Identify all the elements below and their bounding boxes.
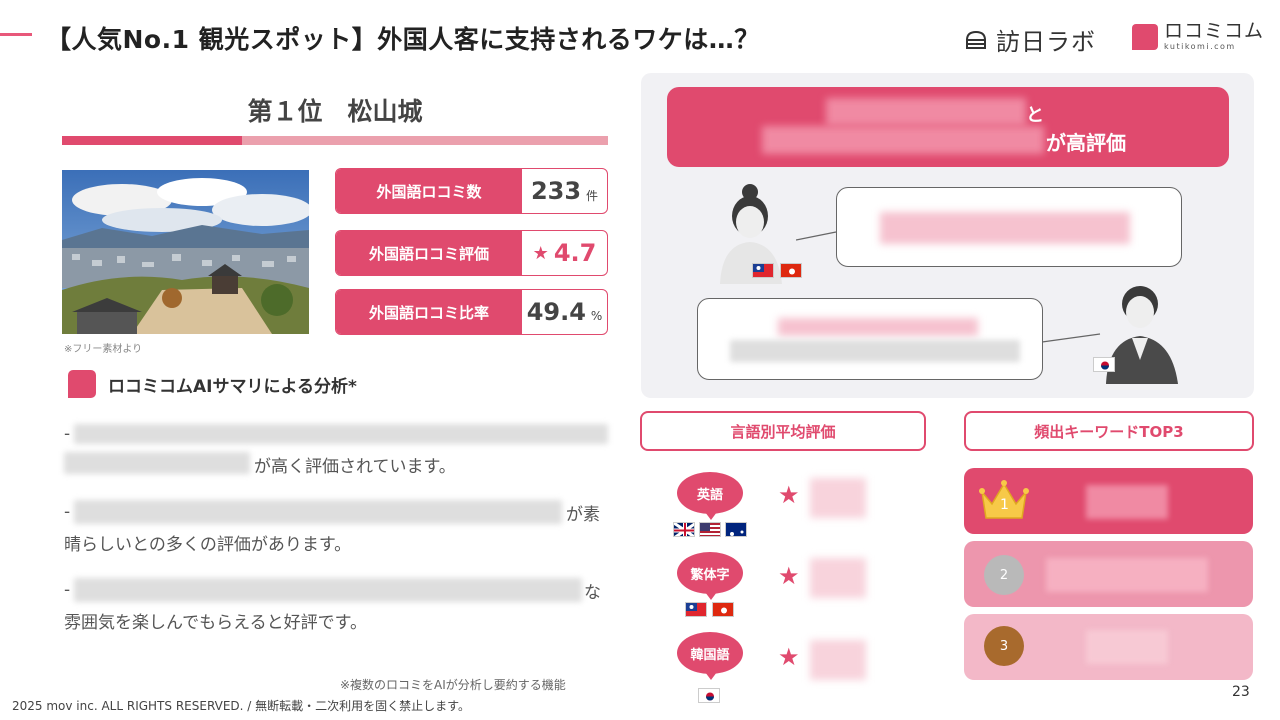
summary-text: 雰囲気を楽しんでもらえると好評です。 [64, 613, 367, 633]
star-icon: ★ [778, 643, 800, 671]
houni-lab-text: 訪日ラボ [996, 28, 1096, 56]
stat-review-rating: 外国語ロコミ評価 ★ 4.7 [335, 230, 608, 276]
title-underline-light [242, 136, 608, 145]
rank-title: 第１位 松山城 [247, 97, 423, 126]
header-accent-line [0, 33, 32, 36]
stat-label: 外国語ロコミ数 [336, 169, 522, 213]
photo-caption: ※フリー素材より [64, 344, 143, 355]
redacted-text [74, 500, 562, 524]
korea-flag-icon [698, 688, 720, 703]
keyword-top3-header: 頻出キーワードTOP3 [964, 411, 1254, 451]
redacted-text [730, 340, 1020, 362]
redacted-keyword [1046, 558, 1208, 592]
kutikomi-logo[interactable]: ロコミコム kutikomi.com [1132, 22, 1264, 51]
review-bubble-2 [697, 298, 1043, 380]
speech-bubble-icon [68, 370, 96, 398]
bubble-pointer [796, 231, 837, 241]
redacted-text [64, 452, 250, 474]
title-underline-dark [62, 136, 242, 145]
summary-dash: - [64, 502, 71, 522]
silver-medal-icon: 2 [984, 555, 1024, 595]
kutikomi-subtext: kutikomi.com [1164, 42, 1236, 51]
redacted-text [74, 578, 582, 602]
lang-korean-bubble: 韓国語 [677, 632, 743, 680]
stat-label: 外国語ロコミ比率 [336, 290, 522, 334]
redacted-text [74, 424, 608, 444]
summary-dash: - [64, 580, 71, 600]
summary-text: が素 [566, 505, 600, 525]
redacted-keyword [1086, 485, 1168, 519]
kutikomi-mark-icon [1132, 23, 1158, 50]
houni-lab-logo[interactable]: 訪日ラボ [964, 22, 1096, 57]
lang-english-bubble: 英語 [677, 472, 743, 520]
lang-traditional-chinese-bubble: 繁体字 [677, 552, 743, 600]
stat-value: 233 [530, 177, 582, 205]
stat-review-ratio: 外国語ロコミ比率 49.4 % [335, 289, 608, 335]
australia-flag-icon [725, 522, 747, 537]
summary-text: が高く評価されています。 [254, 457, 456, 477]
summary-text: な [584, 583, 601, 603]
uk-flag-icon [673, 522, 695, 537]
redacted-text [762, 126, 1044, 154]
us-flag-icon [699, 522, 721, 537]
houni-lab-mark-icon [965, 30, 987, 49]
bronze-medal-icon: 3 [984, 626, 1024, 666]
redacted-score [810, 558, 866, 598]
redacted-score [810, 640, 866, 680]
copyright: 2025 mov inc. ALL RIGHTS RESERVED. / 無断転… [12, 699, 470, 713]
ai-summary-heading: ロコミコムAIサマリによる分析* [68, 370, 357, 398]
hongkong-flag-icon [780, 263, 802, 278]
redacted-keyword [1086, 630, 1168, 664]
banner-text: が高評価 [1046, 131, 1126, 155]
banner-text: と [1026, 105, 1044, 126]
stat-value: 4.7 [553, 239, 597, 267]
kutikomi-text: ロコミコム [1164, 20, 1265, 42]
stat-label: 外国語ロコミ評価 [336, 231, 522, 275]
stat-unit: 件 [586, 188, 599, 203]
redacted-text [778, 318, 978, 336]
stat-review-count: 外国語ロコミ数 233 件 [335, 168, 608, 214]
taiwan-flag-icon [752, 263, 774, 278]
lang-rating-header: 言語別平均評価 [640, 411, 926, 451]
ai-summary-title: ロコミコムAIサマリによる分析* [108, 376, 357, 397]
hongkong-flag-icon [712, 602, 734, 617]
page-title: 【人気No.1 観光スポット】外国人客に支持されるワケは…？ [46, 25, 760, 54]
redacted-text [826, 98, 1026, 126]
korea-flag-icon [1093, 357, 1115, 372]
redacted-text [880, 212, 1130, 244]
summary-dash: - [64, 424, 71, 444]
page-number: 23 [1232, 684, 1250, 700]
stat-unit: % [590, 309, 603, 323]
summary-text: 晴らしいとの多くの評価があります。 [64, 535, 352, 555]
matsuyama-castle-photo [62, 170, 309, 334]
ai-footnote: ※複数のロコミをAIが分析し要約する機能 [340, 678, 566, 692]
redacted-score [810, 478, 866, 518]
bubble-pointer [1042, 333, 1101, 343]
star-icon: ★ [778, 481, 800, 509]
star-icon: ★ [532, 242, 549, 264]
taiwan-flag-icon [685, 602, 707, 617]
star-icon: ★ [778, 562, 800, 590]
stat-value: 49.4 [526, 298, 586, 326]
rank-number: 1 [1000, 497, 1009, 513]
